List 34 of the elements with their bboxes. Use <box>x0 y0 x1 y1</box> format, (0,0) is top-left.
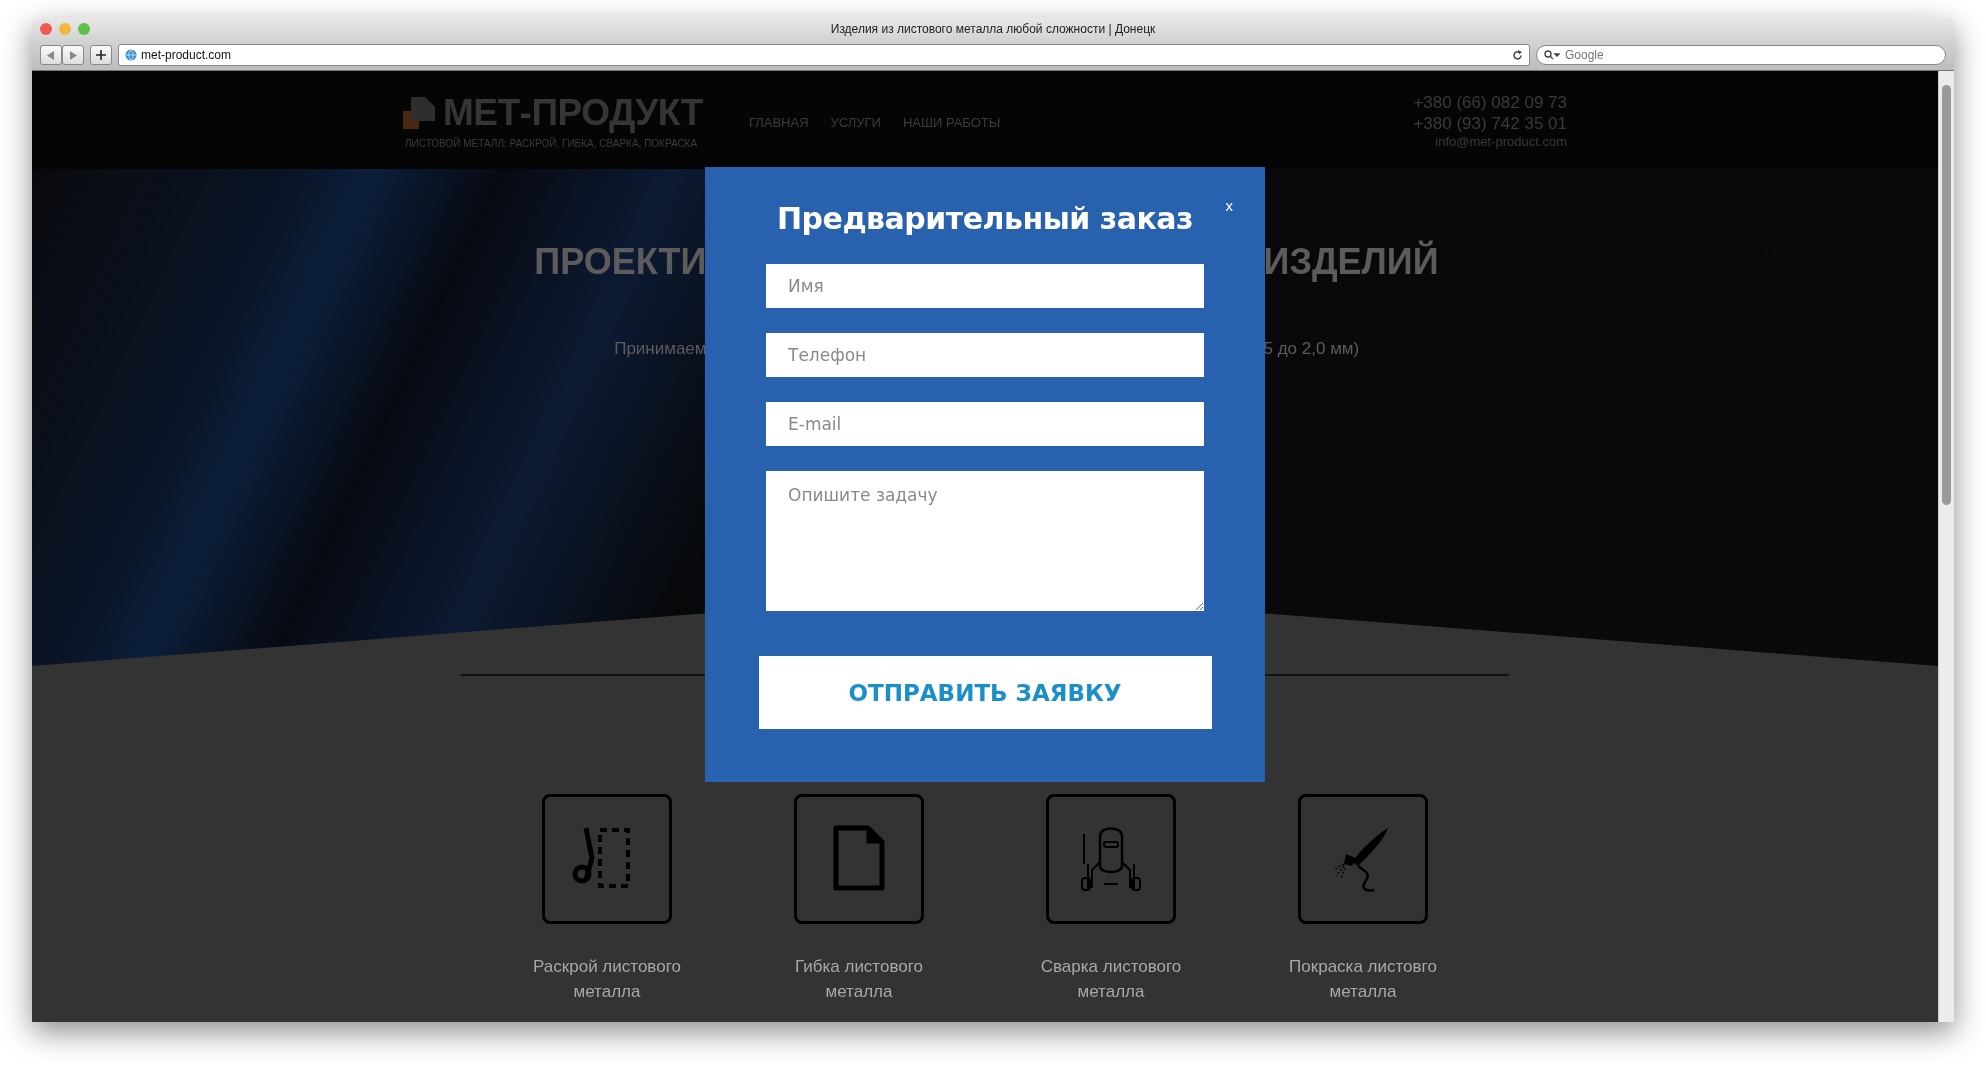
search-field[interactable]: Google <box>1536 45 1946 65</box>
input-field[interactable]: Имя <box>766 264 1204 308</box>
welder-tile[interactable] <box>1046 794 1176 924</box>
back-arrow-icon <box>47 50 55 60</box>
close-button[interactable]: x <box>1225 197 1233 214</box>
zoom-window-button[interactable] <box>78 23 90 35</box>
service-label[interactable]: Раскрой листового металла <box>512 954 702 1004</box>
forward-arrow-icon <box>69 50 77 60</box>
logo-icon <box>403 96 435 129</box>
window-title: Изделия из листового металла любой сложности | Донецк <box>830 22 1156 36</box>
service-label[interactable]: Покраска листовго металла <box>1268 954 1458 1004</box>
close-window-button[interactable] <box>40 23 52 35</box>
back-button[interactable] <box>40 45 62 65</box>
hero-title: ИЗДЕЛИЙ <box>1263 241 1440 283</box>
minimize-window-button[interactable] <box>59 23 71 35</box>
hero-subtitle: Принимаем <box>613 339 707 359</box>
service-label[interactable]: Гибка листового металла <box>764 954 954 1004</box>
spray-gun-tile[interactable] <box>1298 794 1428 924</box>
scissors-tile[interactable] <box>542 794 672 924</box>
input-field[interactable]: E-mail <box>766 402 1204 446</box>
forward-button[interactable] <box>62 45 84 65</box>
add-bookmark-button[interactable] <box>90 45 112 65</box>
hero-subtitle: 5 до 2,0 мм) <box>1263 339 1361 359</box>
reload-icon[interactable] <box>1512 49 1523 61</box>
address-field[interactable]: met-product.com <box>118 44 1530 66</box>
hero-title: ПРОЕКТИ <box>533 241 707 283</box>
submit-button[interactable]: ОТПРАВИТЬ ЗАЯВКУ <box>758 656 1212 729</box>
document-tile[interactable] <box>794 794 924 924</box>
dialog-title: Предварительный заказ <box>776 201 1194 236</box>
globe-icon <box>125 49 137 61</box>
plus-icon <box>96 50 106 60</box>
textarea-field[interactable]: Опишите задачу <box>766 471 1204 611</box>
service-label[interactable]: Сварка листового металла <box>1016 954 1206 1004</box>
input-field[interactable]: Телефон <box>766 333 1204 377</box>
